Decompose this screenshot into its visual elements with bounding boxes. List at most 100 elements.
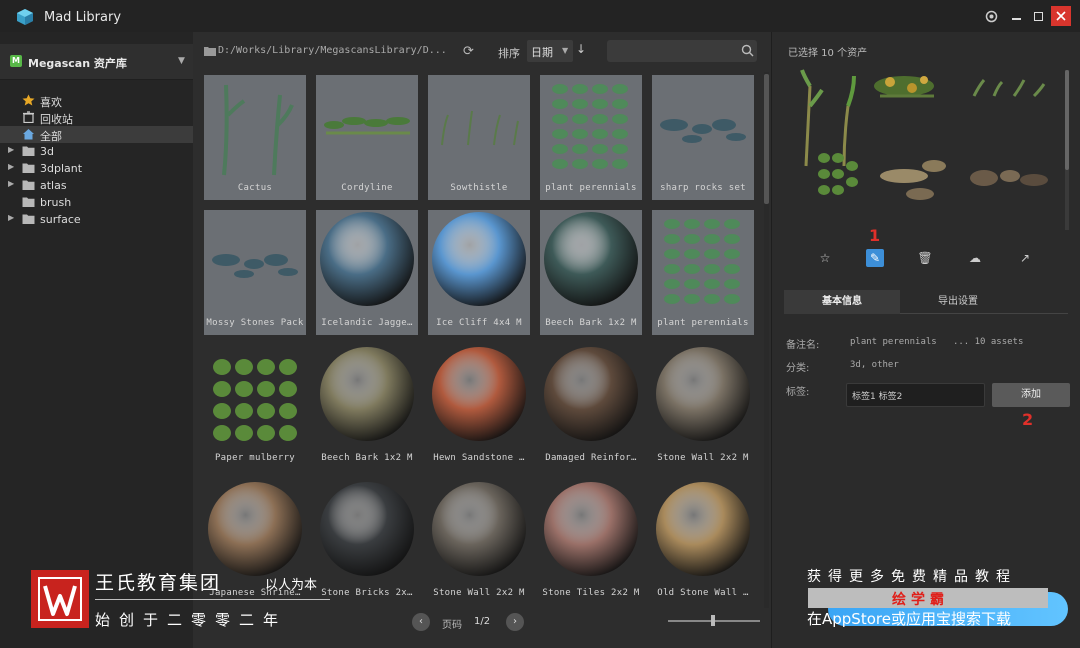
edit-icon[interactable]: ✎: [866, 249, 884, 267]
asset-tile[interactable]: Ice Cliff 4x4 M: [428, 210, 530, 335]
asset-tile[interactable]: Hewn Sandstone …: [428, 345, 530, 470]
category-value: 3d, other: [850, 360, 899, 370]
asset-tile[interactable]: Stone Wall 2x2 M: [652, 345, 754, 470]
asset-thumbnail: [544, 212, 638, 306]
asset-name: Stone Bricks 2x…: [321, 588, 413, 598]
asset-name: Hewn Sandstone …: [433, 453, 525, 463]
asset-tile[interactable]: Mossy Stones Pack: [204, 210, 306, 335]
delete-icon[interactable]: 🗑: [916, 249, 934, 267]
asset-name: Beech Bark 1x2 M: [321, 453, 413, 463]
asset-tile[interactable]: Beech Bark 1x2 M: [316, 345, 418, 470]
asset-thumbnail: [544, 347, 638, 441]
tags-value: 标签1 标签2: [852, 392, 903, 402]
asset-thumbnail: [660, 119, 746, 143]
detail-tabs: 基本信息 导出设置: [784, 290, 1068, 314]
tab-basic-info[interactable]: 基本信息: [784, 290, 900, 314]
preview-item-1: [800, 69, 856, 167]
asset-tile[interactable]: Stone Bricks 2x…: [316, 480, 418, 605]
asset-thumbnail: [664, 219, 740, 304]
asset-thumbnail: [222, 84, 294, 176]
asset-tile[interactable]: Old Stone Wall …: [652, 480, 754, 605]
sidebar-item[interactable]: ▶ surface: [0, 211, 193, 228]
sidebar-item[interactable]: ▶ atlas: [0, 177, 193, 194]
details-panel: 已选择 10 个资产 1 ☆ ✎ 🗑 ☁ ↗ 基本信息 导出设置 备注名: pl…: [771, 32, 1080, 648]
scrollbar-thumb[interactable]: [764, 74, 769, 204]
asset-tile[interactable]: Cactus: [204, 75, 306, 200]
asset-name: Stone Wall 2x2 M: [433, 588, 525, 598]
asset-tile[interactable]: plant perennials: [652, 210, 754, 335]
asset-tile[interactable]: Paper mulberry: [204, 345, 306, 470]
search-input[interactable]: [607, 40, 757, 62]
settings-icon[interactable]: [981, 6, 1001, 26]
library-badge-icon: M: [10, 55, 22, 67]
preview-scrollbar[interactable]: [1065, 70, 1069, 230]
asset-name: Beech Bark 1x2 M: [545, 318, 637, 328]
asset-name: Paper mulberry: [214, 453, 296, 463]
brand-logo: [31, 570, 89, 628]
sidebar-item-label: atlas: [40, 179, 67, 192]
sidebar-item-label: 回收站: [40, 113, 73, 126]
brand-divider: [95, 599, 330, 600]
asset-thumbnail: [656, 347, 750, 441]
asset-thumbnail: [320, 347, 414, 441]
asset-name: Ice Cliff 4x4 M: [436, 318, 522, 328]
tab-export-settings[interactable]: 导出设置: [900, 290, 1016, 314]
close-button[interactable]: [1051, 6, 1071, 26]
add-tag-button[interactable]: 添加: [992, 383, 1070, 407]
sidebar-item-label: 全部: [40, 130, 62, 143]
asset-thumbnail: [432, 347, 526, 441]
asset-tile[interactable]: Cordyline: [316, 75, 418, 200]
expand-arrow-icon[interactable]: ▶: [8, 213, 14, 222]
prev-page-button[interactable]: ‹: [412, 613, 430, 631]
asset-thumbnail: [324, 117, 410, 135]
sidebar-item[interactable]: brush: [0, 194, 193, 211]
asset-tile[interactable]: plant perennials: [540, 75, 642, 200]
expand-arrow-icon[interactable]: ▶: [8, 145, 14, 154]
asset-tile[interactable]: Stone Tiles 2x2 M: [540, 480, 642, 605]
next-page-button[interactable]: ›: [506, 613, 524, 631]
asset-thumbnail: [432, 212, 526, 306]
asset-thumbnail: [320, 212, 414, 306]
asset-thumbnail: [552, 84, 628, 169]
asset-thumbnail: [320, 482, 414, 576]
minimize-button[interactable]: [1006, 6, 1026, 26]
zoom-slider-handle[interactable]: [711, 615, 715, 626]
tags-input[interactable]: 标签1 标签2: [846, 383, 985, 407]
sidebar-item-label: 3dplant: [40, 162, 83, 175]
expand-arrow-icon[interactable]: ▶: [8, 162, 14, 171]
asset-tile[interactable]: Sowthistle: [428, 75, 530, 200]
folder-icon: [22, 163, 35, 173]
sidebar-item[interactable]: 回收站: [0, 109, 193, 126]
asset-tile[interactable]: Beech Bark 1x2 M: [540, 210, 642, 335]
asset-tile[interactable]: sharp rocks set: [652, 75, 754, 200]
grid-scrollbar[interactable]: [764, 72, 769, 608]
path-text: D:/Works/Library/MegascansLibrary/D...: [218, 45, 447, 56]
brand-since: 始创于二零零二年: [95, 611, 288, 629]
asset-name: Cordyline: [341, 183, 393, 193]
asset-name: Sowthistle: [450, 183, 508, 193]
scrollbar-thumb[interactable]: [1065, 70, 1069, 170]
open-external-icon[interactable]: ↗: [1016, 249, 1034, 267]
sidebar-item[interactable]: ▶ 3d: [0, 143, 193, 160]
expand-arrow-icon[interactable]: ▶: [8, 179, 14, 188]
sidebar-item[interactable]: ▶ 3dplant: [0, 160, 193, 177]
sidebar-item[interactable]: 全部: [0, 126, 193, 143]
asset-browser: D:/Works/Library/MegascansLibrary/D... ⟳…: [193, 32, 771, 648]
asset-tile[interactable]: Icelandic Jagge…: [316, 210, 418, 335]
sort-direction-icon[interactable]: ↓: [576, 42, 586, 56]
favorite-icon[interactable]: ☆: [816, 249, 834, 267]
folder-icon: [22, 214, 35, 224]
maximize-button[interactable]: [1028, 6, 1048, 26]
preview-item-4: [818, 153, 858, 195]
cloud-download-icon[interactable]: ☁: [966, 249, 984, 267]
home-icon: [23, 129, 34, 140]
sidebar-item[interactable]: 喜欢: [0, 92, 193, 109]
asset-tile[interactable]: Stone Wall 2x2 M: [428, 480, 530, 605]
library-selector[interactable]: M Megascan 资产库 ▼: [0, 44, 193, 80]
sort-select[interactable]: 日期 ▼: [527, 40, 573, 62]
refresh-icon[interactable]: ⟳: [463, 44, 477, 59]
title-bar: Mad Library: [0, 0, 1080, 32]
asset-name: Old Stone Wall …: [657, 588, 749, 598]
sidebar-item-label: 3d: [40, 145, 54, 158]
asset-tile[interactable]: Damaged Reinfor…: [540, 345, 642, 470]
